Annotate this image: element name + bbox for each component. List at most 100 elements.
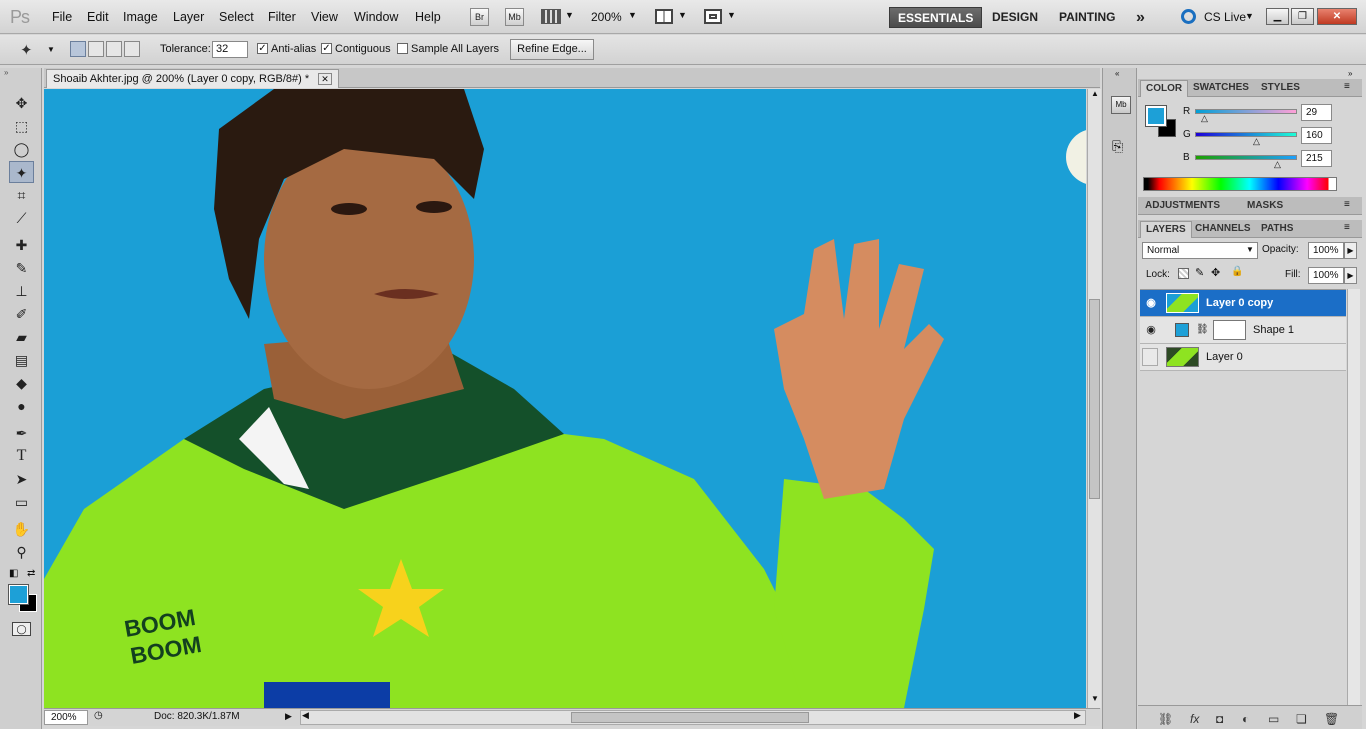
color-foreground-swatch[interactable]: [1145, 105, 1167, 127]
swap-colors-icon[interactable]: ⇄: [27, 568, 35, 579]
sample-all-layers-checkbox[interactable]: [397, 43, 408, 54]
lock-pixels-icon[interactable]: ✎: [1195, 266, 1204, 279]
opacity-slider-arrow-icon[interactable]: ▶: [1344, 242, 1357, 259]
chevron-down-icon[interactable]: ▼: [1245, 11, 1254, 21]
tab-channels[interactable]: CHANNELS: [1190, 221, 1256, 238]
quick-selection-tool-preset-icon[interactable]: ✦: [20, 41, 33, 59]
history-brush-tool-icon[interactable]: ✐: [9, 303, 34, 325]
workspace-more[interactable]: »: [1128, 7, 1153, 28]
eyedropper-tool-icon[interactable]: ⟋: [9, 207, 34, 229]
tab-swatches[interactable]: SWATCHES: [1188, 80, 1254, 97]
bridge-button[interactable]: Br: [470, 8, 489, 26]
green-channel-slider[interactable]: [1195, 132, 1297, 137]
adjustment-layer-icon[interactable]: ◐: [1242, 712, 1249, 726]
workspace-design[interactable]: DESIGN: [984, 7, 1046, 28]
status-info-icon[interactable]: ◷: [94, 710, 103, 721]
crop-tool-icon[interactable]: ⌗: [9, 184, 34, 206]
red-channel-slider[interactable]: [1195, 109, 1297, 114]
brush-tool-icon[interactable]: ✎: [9, 257, 34, 279]
view-extras-icon[interactable]: [541, 9, 561, 24]
path-selection-tool-icon[interactable]: ➤: [9, 468, 34, 490]
layer-row-layer-0[interactable]: Layer 0: [1140, 344, 1346, 371]
subtract-from-selection-mode-icon[interactable]: [106, 41, 122, 57]
menu-help[interactable]: Help: [415, 10, 441, 24]
close-window-button[interactable]: ✕: [1317, 8, 1357, 25]
scroll-left-icon[interactable]: ◀: [302, 710, 309, 721]
chevron-down-icon[interactable]: ▼: [678, 10, 687, 20]
add-to-selection-mode-icon[interactable]: [88, 41, 104, 57]
red-channel-input[interactable]: 29: [1301, 104, 1332, 121]
chevron-down-icon[interactable]: ▼: [565, 10, 574, 20]
layers-scrollbar[interactable]: [1347, 289, 1360, 705]
quick-mask-icon[interactable]: ◯: [12, 622, 31, 636]
vertical-scrollbar[interactable]: ▲ ▼: [1087, 89, 1101, 708]
chevron-down-icon[interactable]: ▼: [1246, 245, 1254, 254]
document-tab[interactable]: Shoaib Akhter.jpg @ 200% (Layer 0 copy, …: [46, 69, 339, 88]
tab-layers[interactable]: LAYERS: [1140, 221, 1192, 238]
layer-row-layer-0-copy[interactable]: ◉ Layer 0 copy: [1140, 290, 1346, 317]
blur-tool-icon[interactable]: ◆: [9, 372, 34, 394]
tolerance-input[interactable]: 32: [212, 41, 248, 58]
tab-styles[interactable]: STYLES: [1256, 80, 1305, 97]
zoom-level-select[interactable]: 200%: [591, 10, 622, 24]
expand-dock-icon[interactable]: «: [1115, 69, 1119, 78]
lock-transparency-icon[interactable]: [1178, 268, 1189, 279]
chevron-down-icon[interactable]: ▼: [47, 45, 55, 54]
rectangle-tool-icon[interactable]: ▭: [9, 491, 34, 513]
menu-view[interactable]: View: [311, 10, 338, 24]
marquee-tool-icon[interactable]: ⬚: [9, 115, 34, 137]
intersect-selection-mode-icon[interactable]: [124, 41, 140, 57]
lasso-tool-icon[interactable]: ◯: [9, 138, 34, 160]
pen-tool-icon[interactable]: ✒: [9, 422, 34, 444]
collapse-toolbox-icon[interactable]: »: [4, 68, 8, 77]
fill-input[interactable]: 100%: [1308, 267, 1344, 284]
layer-row-shape-1[interactable]: ◉ ⛓ Shape 1: [1140, 317, 1346, 344]
menu-layer[interactable]: Layer: [173, 10, 204, 24]
delete-layer-icon[interactable]: 🗑: [1324, 712, 1339, 726]
panel-menu-icon[interactable]: ≡: [1344, 81, 1350, 92]
minimize-button[interactable]: ▁: [1266, 8, 1289, 25]
workspace-essentials[interactable]: ESSENTIALS: [889, 7, 983, 28]
dodge-tool-icon[interactable]: ●: [9, 395, 34, 417]
link-layers-icon[interactable]: ⛓: [1158, 712, 1173, 726]
visibility-toggle-off[interactable]: [1142, 348, 1158, 366]
green-channel-input[interactable]: 160: [1301, 127, 1332, 144]
menu-window[interactable]: Window: [354, 10, 398, 24]
vertical-scroll-thumb[interactable]: [1089, 299, 1100, 499]
panel-menu-icon[interactable]: ≡: [1344, 199, 1350, 210]
hand-tool-icon[interactable]: ✋: [9, 518, 34, 540]
blue-channel-slider[interactable]: [1195, 155, 1297, 160]
add-mask-icon[interactable]: ◘: [1216, 712, 1223, 726]
tab-color[interactable]: COLOR: [1140, 80, 1189, 97]
visibility-eye-icon[interactable]: ◉: [1142, 317, 1160, 343]
image-canvas[interactable]: BOOM BOOM: [44, 89, 1086, 708]
menu-edit[interactable]: Edit: [87, 10, 109, 24]
lock-position-icon[interactable]: ✥: [1211, 266, 1220, 279]
default-colors-icon[interactable]: ◧: [9, 568, 18, 579]
layer-style-icon[interactable]: fx: [1190, 712, 1199, 726]
minibridge-button[interactable]: Mb: [505, 8, 524, 26]
menu-image[interactable]: Image: [123, 10, 158, 24]
red-slider-handle-icon[interactable]: △: [1201, 113, 1208, 124]
menu-file[interactable]: File: [52, 10, 72, 24]
zoom-level-field[interactable]: 200%: [44, 710, 88, 725]
menu-filter[interactable]: Filter: [268, 10, 296, 24]
tab-adjustments[interactable]: ADJUSTMENTS: [1140, 198, 1225, 215]
new-group-icon[interactable]: ▭: [1268, 712, 1279, 726]
cs-live-button[interactable]: CS Live: [1204, 10, 1246, 24]
blend-mode-select[interactable]: Normal: [1142, 242, 1258, 259]
history-panel-icon[interactable]: ⎘: [1112, 138, 1123, 155]
green-slider-handle-icon[interactable]: △: [1253, 136, 1260, 147]
move-tool-icon[interactable]: ✥: [9, 92, 34, 114]
eraser-tool-icon[interactable]: ▰: [9, 326, 34, 348]
chevron-down-icon[interactable]: ▼: [727, 10, 736, 20]
screen-mode-icon[interactable]: [704, 9, 722, 24]
type-tool-icon[interactable]: T: [9, 445, 34, 467]
cs-live-icon[interactable]: [1181, 9, 1196, 24]
workspace-painting[interactable]: PAINTING: [1051, 7, 1123, 28]
new-layer-icon[interactable]: ❏: [1296, 712, 1307, 726]
scroll-down-icon[interactable]: ▼: [1091, 694, 1099, 703]
zoom-tool-icon[interactable]: ⚲: [9, 541, 34, 563]
opacity-input[interactable]: 100%: [1308, 242, 1344, 259]
foreground-color-swatch[interactable]: [8, 584, 29, 605]
